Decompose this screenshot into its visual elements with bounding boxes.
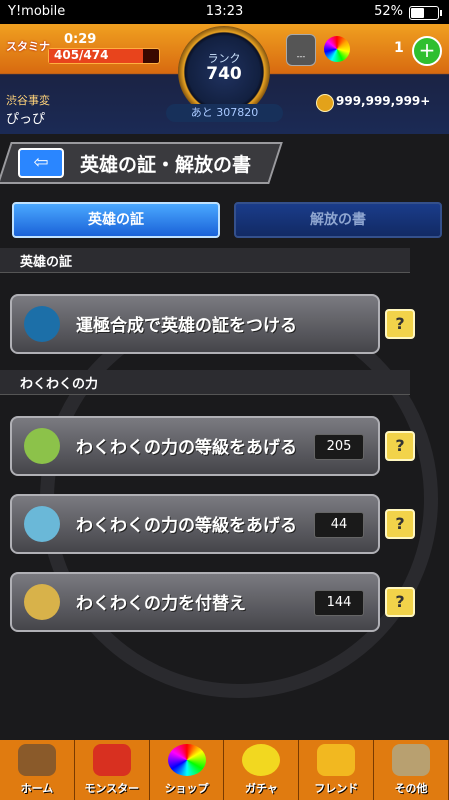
wand-icon	[24, 584, 60, 620]
item-count: 144	[314, 590, 364, 616]
section-label: わくわくの力	[20, 377, 99, 392]
stamina-label: スタミナ	[6, 40, 50, 53]
item-label: わくわくの力を付替え	[76, 594, 246, 614]
nav-label: その他	[394, 782, 428, 795]
next-exp: あと 307820	[166, 104, 283, 122]
nav-other[interactable]: その他	[374, 740, 449, 800]
stamina-timer: 0:29	[64, 32, 97, 47]
tab-release-book[interactable]: 解放の書	[234, 202, 442, 238]
stamina-box: スタミナ 0:29 405/474	[4, 32, 164, 66]
section-header: 英雄の証	[0, 248, 410, 273]
list-item[interactable]: わくわくの力の等級をあげる 44	[10, 494, 380, 554]
monster-icon	[92, 744, 131, 776]
item-count: 205	[314, 434, 364, 460]
coin-icon	[316, 94, 334, 112]
potion-icon	[24, 428, 60, 464]
item-label: わくわくの力の等級をあげる	[76, 516, 297, 536]
status-bar: Y!mobile 13:23 52%	[0, 0, 449, 24]
battery-percent: 52%	[374, 4, 403, 19]
page-title: 英雄の証・解放の書	[80, 154, 252, 176]
nav-friend[interactable]: フレンド	[299, 740, 375, 800]
list-item[interactable]: わくわくの力を付替え 144	[10, 572, 380, 632]
section-label: 英雄の証	[20, 255, 73, 270]
orb-count: 1	[394, 40, 404, 56]
bottom-nav: ホーム モンスター ショップ ガチャ フレンド その他	[0, 740, 449, 800]
nav-label: ショップ	[164, 782, 209, 795]
help-button[interactable]: ?	[385, 309, 415, 339]
buy-orb-button[interactable]: +	[412, 36, 442, 66]
battery-icon	[409, 6, 442, 20]
nav-label: ガチャ	[244, 782, 278, 795]
other-icon	[392, 744, 431, 776]
nav-label: モンスター	[84, 782, 140, 795]
rank-value: 740	[206, 64, 242, 84]
item-label: わくわくの力の等級をあげる	[76, 438, 297, 458]
tab-hero-proof[interactable]: 英雄の証	[12, 202, 220, 238]
coin-value: 999,999,999+	[336, 94, 431, 108]
orb-icon	[324, 36, 350, 62]
el-potion-icon	[24, 506, 60, 542]
list-item[interactable]: 運極合成で英雄の証をつける	[10, 294, 380, 354]
title-bar: ⇦ 英雄の証・解放の書	[0, 136, 449, 184]
item-label: 運極合成で英雄の証をつける	[76, 316, 297, 336]
lock-text: ---	[296, 52, 306, 61]
hero-proof-icon	[24, 306, 60, 342]
friend-icon	[317, 744, 356, 776]
nav-shop[interactable]: ショップ	[150, 740, 225, 800]
user-place: 渋谷事変	[6, 94, 50, 107]
help-button[interactable]: ?	[385, 431, 415, 461]
nav-monster[interactable]: モンスター	[75, 740, 150, 800]
stamina-value: 405/474	[54, 48, 109, 62]
home-icon	[18, 744, 56, 776]
nav-home[interactable]: ホーム	[0, 740, 75, 800]
orb-shop-icon	[167, 744, 206, 776]
back-button[interactable]: ⇦	[18, 148, 64, 178]
nav-label: フレンド	[314, 782, 359, 795]
user-name: ぴっぴ	[6, 112, 46, 127]
list-item[interactable]: わくわくの力の等級をあげる 205	[10, 416, 380, 476]
back-arrow-icon: ⇦	[33, 152, 49, 173]
nav-label: ホーム	[20, 782, 54, 795]
lock-icon[interactable]: ---	[286, 34, 316, 66]
nav-gacha[interactable]: ガチャ	[224, 740, 300, 800]
help-button[interactable]: ?	[385, 587, 415, 617]
help-button[interactable]: ?	[385, 509, 415, 539]
orb-box: --- 1 +	[284, 34, 444, 68]
section-header: わくわくの力	[0, 370, 410, 395]
gacha-icon	[242, 744, 281, 776]
player-header: スタミナ 0:29 405/474 ランク 740 あと 307820 --- …	[0, 24, 449, 134]
item-count: 44	[314, 512, 364, 538]
